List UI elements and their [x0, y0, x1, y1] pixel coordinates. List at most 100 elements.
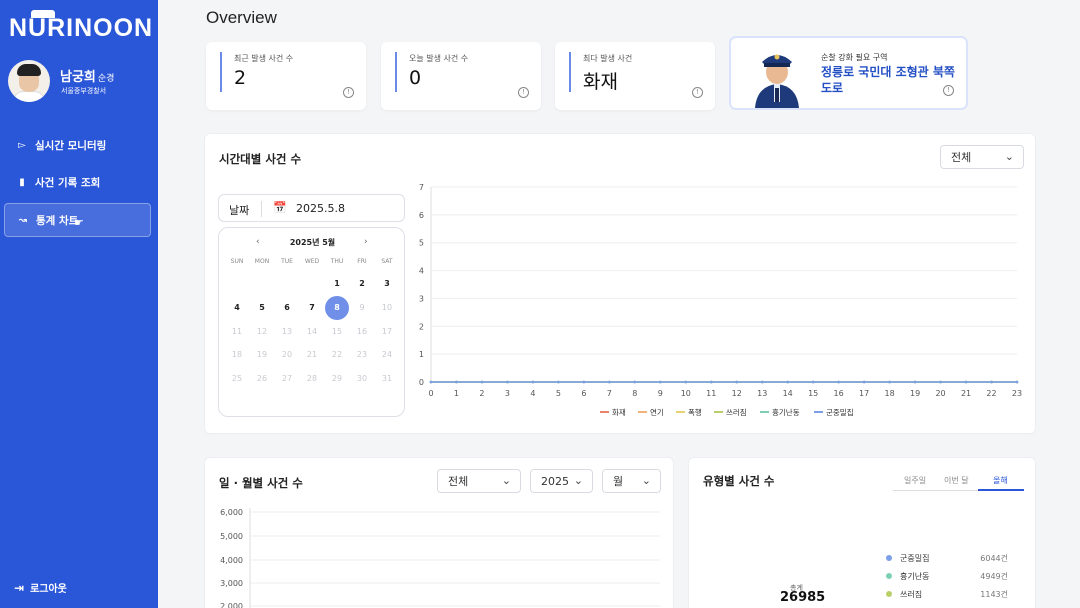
unit-select[interactable]: 월 ⌄	[602, 469, 661, 493]
data-point	[760, 380, 764, 384]
calendar-day: 20	[281, 350, 293, 359]
calendar-day: 29	[331, 374, 343, 383]
hourly-type-select[interactable]: 전체 ⌄	[940, 145, 1024, 169]
date-picker-field[interactable]: 날짜 📅 2025.5.8	[218, 194, 405, 222]
info-icon[interactable]: !	[518, 87, 529, 98]
calendar-day[interactable]: 4	[225, 298, 249, 318]
x-tick-label: 11	[706, 389, 716, 398]
calendar-icon: 📅	[273, 201, 287, 214]
y-tick-label: 3	[419, 294, 424, 303]
logout-label: 로그아웃	[30, 584, 67, 595]
hourly-line-chart: 012345670 1 2 3 4 5 6 7 8 9 10 11 12 13 14 15 16 17 18 19 20…	[419, 183, 1022, 417]
x-tick-label: 10	[681, 389, 691, 398]
logout-button[interactable]: ⇥ 로그아웃	[14, 580, 67, 596]
date-value: 2025.5.8	[296, 202, 345, 215]
x-tick-label: 23	[1012, 389, 1022, 398]
sidebar-item-label: 실시간 모니터링	[35, 139, 107, 152]
x-tick-label: 6	[581, 389, 586, 398]
document-icon: ▮	[19, 176, 25, 188]
calendar-day[interactable]: 1	[325, 274, 349, 294]
x-tick-label: 1	[454, 389, 459, 398]
calendar-weekday: MON	[254, 258, 270, 265]
card-accent-bar	[220, 52, 222, 92]
calendar-day: 21	[306, 350, 318, 359]
info-icon[interactable]: !	[943, 85, 954, 96]
legend-label: 흉기난동	[772, 407, 800, 417]
sidebar-item-monitoring[interactable]: ▻ 실시간 모니터링	[4, 128, 151, 162]
data-point	[480, 380, 484, 384]
calendar-day: 26	[256, 374, 268, 383]
data-point	[659, 380, 662, 384]
data-point	[582, 380, 586, 384]
data-point	[506, 380, 509, 384]
y-tick-label: 6	[419, 211, 424, 220]
x-tick-label: 12	[732, 389, 742, 398]
type-count: 6044건	[980, 554, 1008, 563]
type-count: 4949건	[980, 572, 1008, 581]
y-tick-label: 2,000	[220, 602, 243, 608]
period-tabs: 일주일 이번 달 올해	[893, 470, 1024, 491]
stat-card-recent: 최근 발생 사건 수 2 !	[206, 42, 366, 110]
calendar-day[interactable]: 3	[375, 274, 399, 294]
calendar-popup: ‹ 2025년 5월 › SUN MON TUE WED THU FRI SAT 1 2 3 4 5 6…	[218, 227, 405, 417]
calendar-day: 30	[356, 374, 368, 383]
date-label: 날짜	[229, 204, 250, 217]
patrol-alert-card: 순찰 강화 필요 구역 정릉로 국민대 조형관 북쪽 도로 !	[729, 36, 968, 110]
calendar-day: 25	[231, 374, 243, 383]
chart-line-icon: ↝	[18, 214, 28, 226]
data-point	[735, 380, 739, 384]
calendar-day: 24	[381, 350, 393, 359]
total-value: 26985	[780, 590, 826, 605]
divider	[261, 201, 262, 217]
x-tick-label: 18	[885, 389, 895, 398]
data-point	[837, 380, 840, 384]
logout-icon: ⇥	[14, 580, 25, 595]
sidebar-item-records[interactable]: ▮ 사건 기록 조회	[4, 165, 151, 199]
daily-type-select[interactable]: 전체 ⌄	[437, 469, 521, 493]
x-tick-label: 0	[428, 389, 433, 398]
data-point	[964, 380, 968, 384]
data-point	[557, 380, 560, 384]
calendar-day-selected[interactable]: 8	[325, 298, 349, 318]
data-point	[913, 380, 917, 384]
data-point	[1015, 380, 1019, 384]
year-select[interactable]: 2025 ⌄	[530, 469, 593, 493]
calendar-day: 10	[381, 303, 393, 312]
info-icon[interactable]: !	[692, 87, 703, 98]
legend-label: 연기	[650, 408, 664, 417]
calendar-day: 17	[381, 327, 393, 336]
x-tick-label: 20	[935, 389, 945, 398]
data-point	[684, 380, 688, 384]
calendar-day: 13	[281, 327, 293, 336]
alert-label: 순찰 강화 필요 구역	[821, 53, 888, 62]
type-count: 1143건	[980, 590, 1008, 599]
calendar-day[interactable]: 6	[275, 298, 299, 318]
card-accent-bar	[569, 52, 571, 92]
calendar-day[interactable]: 7	[300, 298, 324, 318]
calendar-day[interactable]: 5	[250, 298, 274, 318]
calendar-day[interactable]: 2	[350, 274, 374, 294]
x-tick-label: 22	[986, 389, 996, 398]
data-point	[429, 380, 433, 384]
stat-label: 최근 발생 사건 수	[234, 54, 294, 63]
by-type-title: 유형별 사건 수	[703, 474, 775, 488]
tab-this-month[interactable]: 이번 달	[944, 475, 969, 486]
y-tick-label: 4,000	[220, 556, 243, 565]
y-tick-label: 3,000	[220, 579, 243, 588]
tab-this-year[interactable]: 올해	[993, 475, 1008, 486]
x-tick-label: 7	[607, 389, 612, 398]
tab-week[interactable]: 일주일	[904, 475, 926, 486]
calendar-day: 28	[306, 374, 318, 383]
sidebar-item-label: 통계 차트	[36, 214, 79, 227]
x-tick-label: 17	[859, 389, 869, 398]
x-tick-label: 5	[556, 389, 561, 398]
calendar-weekday: THU	[330, 258, 344, 265]
x-tick-label: 3	[505, 389, 510, 398]
info-icon[interactable]: !	[343, 87, 354, 98]
calendar-next-button[interactable]: ›	[364, 237, 368, 247]
logo[interactable]: NURINOON	[9, 14, 153, 43]
chevron-down-icon: ⌄	[501, 474, 511, 487]
calendar-day: 16	[356, 327, 368, 336]
x-tick-label: 15	[808, 389, 818, 398]
x-tick-label: 21	[961, 389, 971, 398]
